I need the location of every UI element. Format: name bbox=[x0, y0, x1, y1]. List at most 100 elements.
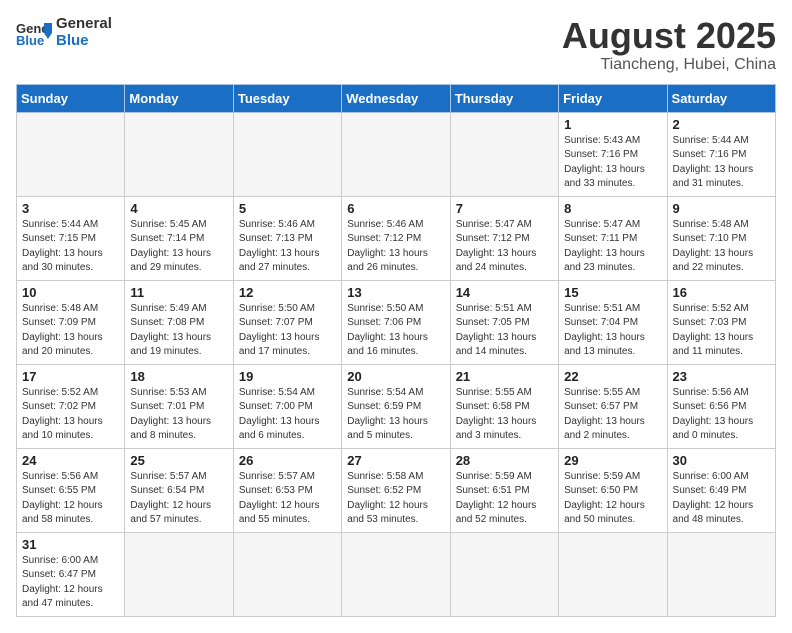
day-info: Sunrise: 5:55 AM Sunset: 6:57 PM Dayligh… bbox=[564, 386, 661, 444]
day-info: Sunrise: 6:00 AM Sunset: 6:47 PM Dayligh… bbox=[22, 554, 119, 612]
calendar-cell: 30 Sunrise: 6:00 AM Sunset: 6:49 PM Dayli… bbox=[667, 448, 775, 532]
weekday-header-sunday: Sunday bbox=[17, 84, 125, 112]
day-number: 17 bbox=[22, 369, 119, 384]
day-number: 30 bbox=[673, 453, 770, 468]
day-info: Sunrise: 5:55 AM Sunset: 6:58 PM Dayligh… bbox=[456, 386, 553, 444]
day-number: 7 bbox=[456, 201, 553, 216]
day-number: 15 bbox=[564, 285, 661, 300]
calendar-subtitle: Tiancheng, Hubei, China bbox=[562, 56, 776, 74]
calendar-cell: 26 Sunrise: 5:57 AM Sunset: 6:53 PM Dayli… bbox=[233, 448, 341, 532]
day-number: 11 bbox=[130, 285, 227, 300]
logo-icon: General Blue bbox=[16, 19, 52, 47]
weekday-header-wednesday: Wednesday bbox=[342, 84, 450, 112]
calendar-cell: 5Sunrise: 5:46 AM Sunset: 7:13 PM Daylig… bbox=[233, 196, 341, 280]
calendar-cell bbox=[125, 532, 233, 616]
calendar-cell bbox=[667, 532, 775, 616]
calendar-cell: 13Sunrise: 5:50 AM Sunset: 7:06 PM Dayli… bbox=[342, 280, 450, 364]
calendar-cell: 11 Sunrise: 5:49 AM Sunset: 7:08 PM Dayli… bbox=[125, 280, 233, 364]
day-info: Sunrise: 5:47 AM Sunset: 7:12 PM Dayligh… bbox=[456, 218, 553, 276]
day-number: 29 bbox=[564, 453, 661, 468]
calendar-week-1: 3Sunrise: 5:44 AM Sunset: 7:15 PM Daylig… bbox=[17, 196, 776, 280]
day-info: Sunrise: 5:52 AM Sunset: 7:03 PM Dayligh… bbox=[673, 302, 770, 360]
day-number: 28 bbox=[456, 453, 553, 468]
calendar-cell bbox=[233, 532, 341, 616]
day-info: Sunrise: 5:44 AM Sunset: 7:16 PM Dayligh… bbox=[673, 134, 770, 192]
calendar-cell: 22 Sunrise: 5:55 AM Sunset: 6:57 PM Dayli… bbox=[559, 364, 667, 448]
day-info: Sunrise: 5:57 AM Sunset: 6:53 PM Dayligh… bbox=[239, 470, 336, 528]
calendar-cell: 15 Sunrise: 5:51 AM Sunset: 7:04 PM Dayli… bbox=[559, 280, 667, 364]
calendar-cell: 23Sunrise: 5:56 AM Sunset: 6:56 PM Dayli… bbox=[667, 364, 775, 448]
day-info: Sunrise: 5:59 AM Sunset: 6:50 PM Dayligh… bbox=[564, 470, 661, 528]
calendar-cell: 25Sunrise: 5:57 AM Sunset: 6:54 PM Dayli… bbox=[125, 448, 233, 532]
day-info: Sunrise: 5:46 AM Sunset: 7:13 PM Dayligh… bbox=[239, 218, 336, 276]
calendar-cell bbox=[342, 112, 450, 196]
calendar-cell: 20 Sunrise: 5:54 AM Sunset: 6:59 PM Dayli… bbox=[342, 364, 450, 448]
calendar-cell: 4 Sunrise: 5:45 AM Sunset: 7:14 PM Daylig… bbox=[125, 196, 233, 280]
calendar-cell: 16Sunrise: 5:52 AM Sunset: 7:03 PM Dayli… bbox=[667, 280, 775, 364]
day-number: 13 bbox=[347, 285, 444, 300]
calendar-cell: 8Sunrise: 5:47 AM Sunset: 7:11 PM Daylig… bbox=[559, 196, 667, 280]
calendar-cell: 12 Sunrise: 5:50 AM Sunset: 7:07 PM Dayli… bbox=[233, 280, 341, 364]
day-info: Sunrise: 5:59 AM Sunset: 6:51 PM Dayligh… bbox=[456, 470, 553, 528]
day-number: 10 bbox=[22, 285, 119, 300]
calendar-cell bbox=[17, 112, 125, 196]
weekday-header-saturday: Saturday bbox=[667, 84, 775, 112]
calendar-body: 1Sunrise: 5:43 AM Sunset: 7:16 PM Daylig… bbox=[17, 112, 776, 616]
calendar-week-3: 17 Sunrise: 5:52 AM Sunset: 7:02 PM Dayli… bbox=[17, 364, 776, 448]
day-number: 21 bbox=[456, 369, 553, 384]
weekday-header-tuesday: Tuesday bbox=[233, 84, 341, 112]
weekday-header-monday: Monday bbox=[125, 84, 233, 112]
day-info: Sunrise: 5:51 AM Sunset: 7:04 PM Dayligh… bbox=[564, 302, 661, 360]
calendar-week-0: 1Sunrise: 5:43 AM Sunset: 7:16 PM Daylig… bbox=[17, 112, 776, 196]
day-number: 19 bbox=[239, 369, 336, 384]
day-info: Sunrise: 5:52 AM Sunset: 7:02 PM Dayligh… bbox=[22, 386, 119, 444]
day-info: Sunrise: 5:48 AM Sunset: 7:09 PM Dayligh… bbox=[22, 302, 119, 360]
calendar-cell: 14 Sunrise: 5:51 AM Sunset: 7:05 PM Dayli… bbox=[450, 280, 558, 364]
logo-general: General bbox=[56, 16, 112, 33]
calendar-week-4: 24Sunrise: 5:56 AM Sunset: 6:55 PM Dayli… bbox=[17, 448, 776, 532]
calendar-cell: 28 Sunrise: 5:59 AM Sunset: 6:51 PM Dayli… bbox=[450, 448, 558, 532]
calendar-week-5: 31 Sunrise: 6:00 AM Sunset: 6:47 PM Dayli… bbox=[17, 532, 776, 616]
day-number: 22 bbox=[564, 369, 661, 384]
day-number: 26 bbox=[239, 453, 336, 468]
day-number: 14 bbox=[456, 285, 553, 300]
day-info: Sunrise: 5:54 AM Sunset: 7:00 PM Dayligh… bbox=[239, 386, 336, 444]
day-number: 6 bbox=[347, 201, 444, 216]
day-number: 12 bbox=[239, 285, 336, 300]
day-info: Sunrise: 5:47 AM Sunset: 7:11 PM Dayligh… bbox=[564, 218, 661, 276]
weekday-header-friday: Friday bbox=[559, 84, 667, 112]
weekday-header-thursday: Thursday bbox=[450, 84, 558, 112]
day-info: Sunrise: 5:45 AM Sunset: 7:14 PM Dayligh… bbox=[130, 218, 227, 276]
day-info: Sunrise: 5:57 AM Sunset: 6:54 PM Dayligh… bbox=[130, 470, 227, 528]
day-info: Sunrise: 6:00 AM Sunset: 6:49 PM Dayligh… bbox=[673, 470, 770, 528]
day-info: Sunrise: 5:51 AM Sunset: 7:05 PM Dayligh… bbox=[456, 302, 553, 360]
calendar-cell: 21 Sunrise: 5:55 AM Sunset: 6:58 PM Dayli… bbox=[450, 364, 558, 448]
calendar-cell: 18 Sunrise: 5:53 AM Sunset: 7:01 PM Dayli… bbox=[125, 364, 233, 448]
day-number: 31 bbox=[22, 537, 119, 552]
calendar-cell: 1Sunrise: 5:43 AM Sunset: 7:16 PM Daylig… bbox=[559, 112, 667, 196]
calendar-cell: 9Sunrise: 5:48 AM Sunset: 7:10 PM Daylig… bbox=[667, 196, 775, 280]
calendar-cell bbox=[342, 532, 450, 616]
calendar-cell: 7 Sunrise: 5:47 AM Sunset: 7:12 PM Daylig… bbox=[450, 196, 558, 280]
day-number: 23 bbox=[673, 369, 770, 384]
calendar-cell bbox=[125, 112, 233, 196]
day-number: 18 bbox=[130, 369, 227, 384]
day-info: Sunrise: 5:49 AM Sunset: 7:08 PM Dayligh… bbox=[130, 302, 227, 360]
calendar-title-area: August 2025 Tiancheng, Hubei, China bbox=[562, 16, 776, 74]
day-number: 24 bbox=[22, 453, 119, 468]
logo-blue: Blue bbox=[56, 33, 112, 50]
day-info: Sunrise: 5:53 AM Sunset: 7:01 PM Dayligh… bbox=[130, 386, 227, 444]
page-header: General Blue General Blue August 2025 Ti… bbox=[16, 16, 776, 74]
day-info: Sunrise: 5:46 AM Sunset: 7:12 PM Dayligh… bbox=[347, 218, 444, 276]
day-info: Sunrise: 5:54 AM Sunset: 6:59 PM Dayligh… bbox=[347, 386, 444, 444]
day-number: 1 bbox=[564, 117, 661, 132]
day-number: 20 bbox=[347, 369, 444, 384]
day-number: 4 bbox=[130, 201, 227, 216]
calendar-cell: 24Sunrise: 5:56 AM Sunset: 6:55 PM Dayli… bbox=[17, 448, 125, 532]
calendar-cell bbox=[450, 532, 558, 616]
day-info: Sunrise: 5:50 AM Sunset: 7:07 PM Dayligh… bbox=[239, 302, 336, 360]
day-number: 3 bbox=[22, 201, 119, 216]
calendar-cell: 3Sunrise: 5:44 AM Sunset: 7:15 PM Daylig… bbox=[17, 196, 125, 280]
calendar-cell: 31 Sunrise: 6:00 AM Sunset: 6:47 PM Dayli… bbox=[17, 532, 125, 616]
calendar-cell: 2Sunrise: 5:44 AM Sunset: 7:16 PM Daylig… bbox=[667, 112, 775, 196]
